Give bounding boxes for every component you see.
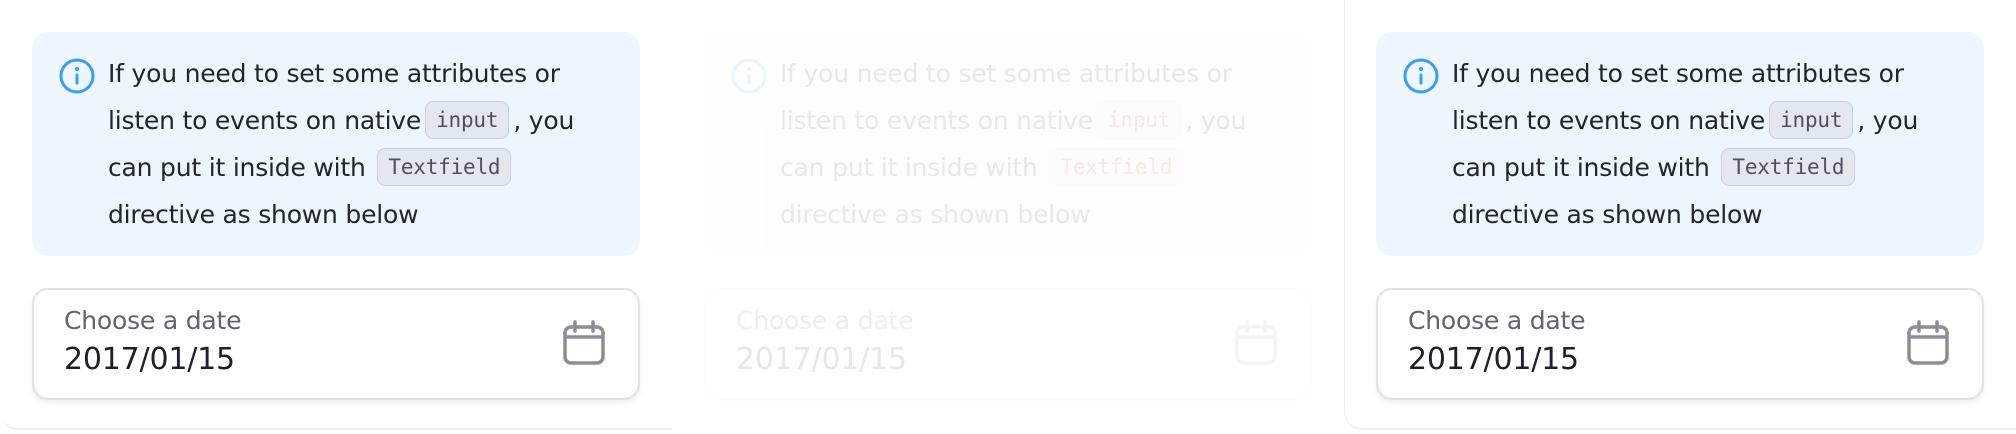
code-input: input [1769, 101, 1854, 139]
stage: If you need to set some attributes or li… [0, 0, 2016, 434]
info-icon [731, 58, 767, 94]
info-icon [59, 58, 95, 94]
date-field[interactable]: Choose a date 2017/01/15 [704, 288, 1312, 400]
date-field-value[interactable]: 2017/01/15 [64, 342, 235, 377]
date-field[interactable]: Choose a date 2017/01/15 [32, 288, 640, 400]
code-textfield: Textfield [377, 148, 512, 186]
code-input: input [1097, 101, 1182, 139]
calendar-icon[interactable] [1906, 320, 1950, 366]
date-field-value[interactable]: 2017/01/15 [1408, 342, 1579, 377]
date-field-label: Choose a date [736, 306, 914, 335]
date-field-label: Choose a date [1408, 306, 1586, 335]
alert-message: If you need to set some attributes or li… [780, 50, 1280, 238]
alert-message: If you need to set some attributes or li… [108, 50, 608, 238]
calendar-icon[interactable] [562, 320, 606, 366]
code-textfield: Textfield [1049, 148, 1184, 186]
info-alert: If you need to set some attributes or li… [32, 32, 640, 256]
date-field-label: Choose a date [64, 306, 242, 335]
alert-message: If you need to set some attributes or li… [1452, 50, 1952, 238]
date-field[interactable]: Choose a date 2017/01/15 [1376, 288, 1984, 400]
date-field-value[interactable]: 2017/01/15 [736, 342, 907, 377]
info-alert: If you need to set some attributes or li… [704, 32, 1312, 256]
alert-text-part-3: directive as shown below [1452, 200, 1763, 229]
panel-1: If you need to set some attributes or li… [0, 0, 672, 434]
panel-3: If you need to set some attributes or li… [1344, 0, 2016, 434]
alert-text-part-3: directive as shown below [108, 200, 419, 229]
calendar-icon[interactable] [1234, 320, 1278, 366]
code-textfield: Textfield [1721, 148, 1856, 186]
alert-text-part-3: directive as shown below [780, 200, 1091, 229]
info-icon [1403, 58, 1439, 94]
panel-2: If you need to set some attributes or li… [672, 0, 1344, 434]
info-alert: If you need to set some attributes or li… [1376, 32, 1984, 256]
code-input: input [425, 101, 510, 139]
